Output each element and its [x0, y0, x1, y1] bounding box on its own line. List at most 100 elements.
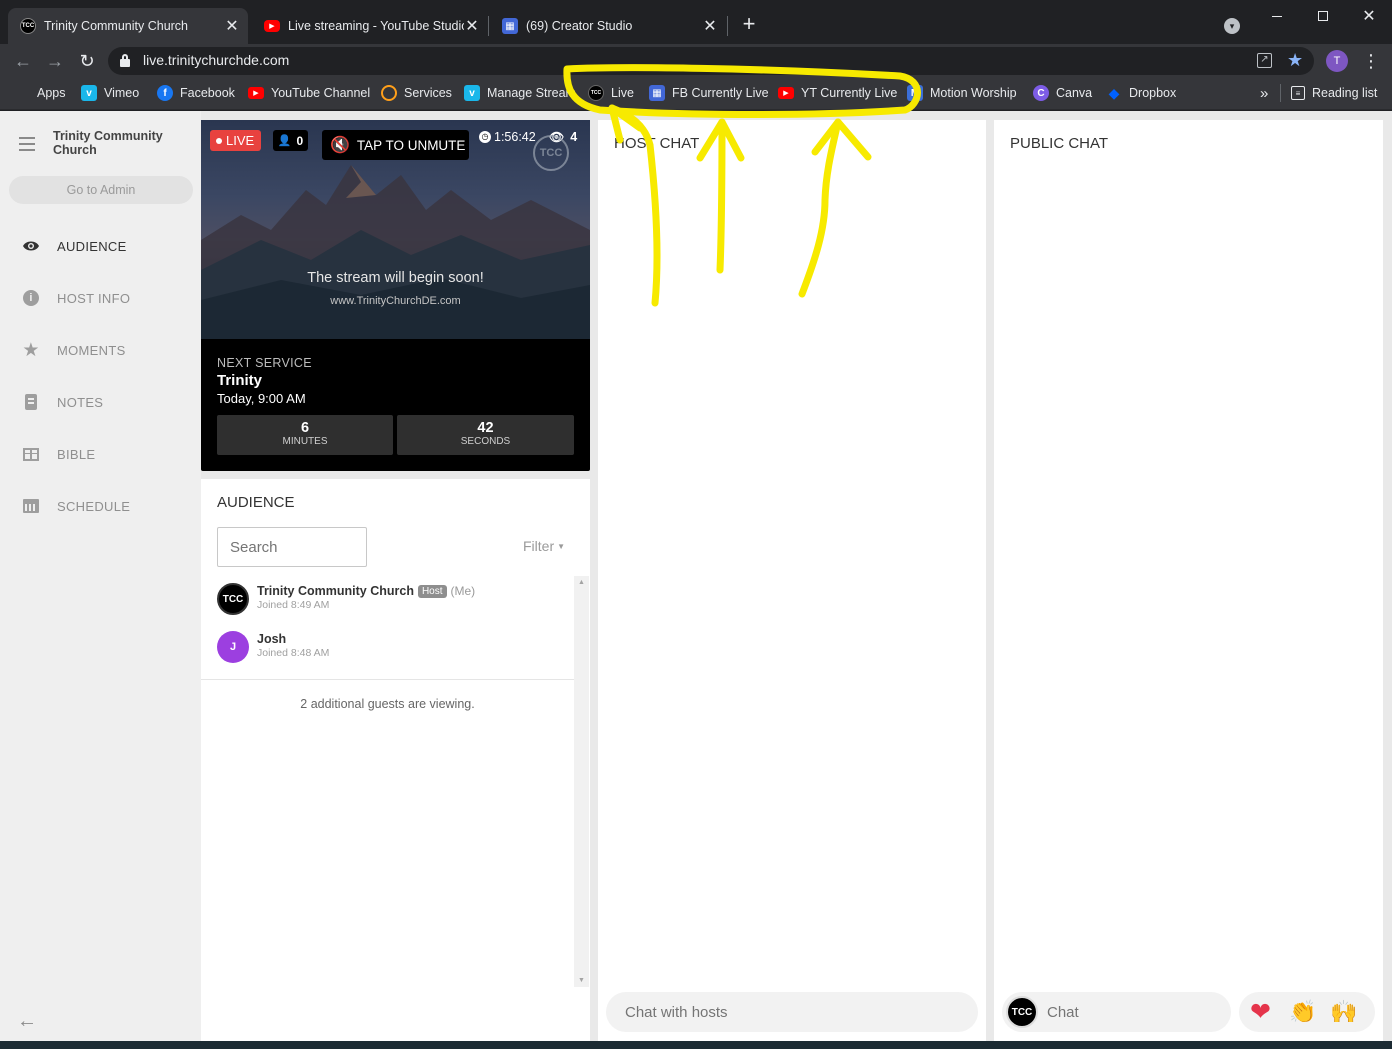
tab-title: Trinity Community Church [44, 19, 189, 33]
planning-center-icon [381, 85, 397, 101]
host-badge: Host [417, 584, 447, 598]
reload-icon[interactable]: ↻ [76, 50, 98, 72]
live-dot-icon [216, 137, 222, 144]
bookmark-star-icon[interactable]: ★ [1287, 50, 1303, 71]
forward-icon[interactable]: → [44, 50, 66, 72]
sidebar-item-audience[interactable]: AUDIENCE [20, 234, 127, 258]
star-icon: ★ [22, 339, 40, 361]
collapse-sidebar-icon[interactable]: ← [17, 1010, 37, 1033]
audience-member[interactable]: J Josh Joined 8:48 AM [217, 631, 567, 665]
tab-trinity[interactable]: TCC Trinity Community Church ✕ [8, 8, 248, 44]
back-icon[interactable]: ← [12, 50, 34, 72]
sidebar-item-bible[interactable]: BIBLE [20, 442, 95, 466]
tab-title: Live streaming - YouTube Studio [288, 19, 464, 33]
bookmark-label: Vimeo [104, 86, 140, 100]
sidebar-item-host-info[interactable]: i HOST INFO [20, 286, 130, 310]
bookmark-dropbox[interactable]: ◆ Dropbox [1106, 83, 1177, 103]
audience-member[interactable]: TCC Trinity Community Church Host (Me) J… [217, 583, 567, 617]
next-service-time: Today, 9:00 AM [217, 391, 306, 406]
sidebar-item-notes[interactable]: NOTES [20, 390, 103, 414]
tcc-watermark-logo: TCC [533, 135, 569, 171]
bookmark-apps[interactable]: Apps [14, 83, 66, 103]
filter-dropdown[interactable]: Filter ▼ [523, 538, 565, 554]
minimize-icon[interactable] [1254, 0, 1300, 32]
countdown-value: 42 [477, 420, 494, 436]
countdown-seconds: 42 SECONDS [397, 415, 574, 455]
countdown-unit: MINUTES [282, 436, 328, 447]
tap-to-unmute-button[interactable]: 🔇 TAP TO UNMUTE [322, 130, 469, 160]
bookmarks-overflow-icon[interactable]: » [1260, 83, 1268, 103]
eye-icon [20, 237, 42, 255]
tab-search-icon[interactable]: ▾ [1224, 18, 1240, 34]
bookmark-live[interactable]: TCC Live [588, 83, 634, 103]
sidebar-item-moments[interactable]: ★ MOMENTS [20, 338, 126, 362]
vimeo-icon: v [81, 85, 97, 101]
go-to-admin-button[interactable]: Go to Admin [9, 176, 193, 204]
elapsed-time: ◷ 1:56:42 [474, 128, 536, 145]
bookmark-label: Dropbox [1129, 86, 1177, 100]
bookmark-yt-currently-live[interactable]: ▶ YT Currently Live [778, 83, 897, 103]
heart-reaction[interactable]: ❤ [1250, 998, 1271, 1026]
bookmark-label: Canva [1056, 86, 1093, 100]
me-label: (Me) [450, 584, 476, 598]
host-count-badge: 👤 0 [273, 130, 308, 151]
bookmark-motion-worship[interactable]: M Motion Worship [907, 83, 1017, 103]
sidebar-item-label: BIBLE [57, 446, 96, 462]
maximize-icon[interactable] [1300, 0, 1346, 32]
reading-list-button[interactable]: ≡ Reading list [1291, 83, 1377, 103]
motion-worship-icon: M [907, 85, 923, 101]
bookmark-manage-stream[interactable]: v Manage Stream [464, 83, 576, 103]
sidebar-item-label: AUDIENCE [57, 238, 127, 254]
scroll-down-icon[interactable]: ▼ [574, 977, 589, 984]
host-chat-input[interactable] [606, 992, 978, 1032]
bookmark-canva[interactable]: C Canva [1033, 83, 1092, 103]
canva-icon: C [1033, 85, 1049, 101]
divider [201, 679, 574, 680]
clap-reaction[interactable]: 👏 [1289, 998, 1316, 1026]
lock-icon[interactable] [120, 54, 130, 67]
elapsed-value: 1:56:42 [494, 129, 536, 144]
raised-hands-reaction[interactable]: 🙌 [1330, 998, 1357, 1026]
sidebar-item-schedule[interactable]: SCHEDULE [20, 494, 130, 518]
tcc-icon: TCC [588, 85, 604, 101]
public-chat-input[interactable] [1040, 996, 1225, 1028]
member-name: Josh [257, 632, 287, 646]
info-icon: i [20, 289, 42, 307]
audience-search-input[interactable] [217, 527, 367, 567]
scroll-up-icon[interactable]: ▲ [574, 579, 589, 586]
bookmark-label: Services [404, 86, 452, 100]
bookmark-youtube-channel[interactable]: ▶ YouTube Channel [248, 83, 370, 103]
open-in-app-icon[interactable]: ↗ [1257, 53, 1272, 68]
bookmark-vimeo[interactable]: v Vimeo [81, 83, 139, 103]
bookmarks-divider [1280, 84, 1281, 102]
bookmark-label: Motion Worship [930, 86, 1017, 100]
vimeo-icon: v [464, 85, 480, 101]
stream-message: The stream will begin soon! [307, 270, 484, 286]
close-tab-icon[interactable]: ✕ [464, 16, 480, 36]
new-tab-icon[interactable]: + [738, 13, 760, 35]
bookmark-label: Live [611, 86, 634, 100]
profile-avatar[interactable]: T [1326, 50, 1348, 72]
notes-icon [20, 393, 42, 411]
close-tab-icon[interactable]: ✕ [702, 16, 718, 36]
close-window-icon[interactable]: ✕ [1346, 0, 1392, 32]
tab-youtube-studio[interactable]: ▶ Live streaming - YouTube Studio ✕ [252, 8, 488, 44]
dropbox-icon: ◆ [1108, 84, 1120, 101]
bookmark-label: Facebook [180, 86, 235, 100]
bookmark-services[interactable]: Services [381, 83, 452, 103]
reading-list-icon: ≡ [1291, 86, 1305, 100]
close-tab-icon[interactable]: ✕ [224, 16, 240, 36]
bookmark-facebook[interactable]: f Facebook [157, 83, 235, 103]
tab-creator-studio[interactable]: ▦ (69) Creator Studio ✕ [490, 8, 726, 44]
audience-scrollbar[interactable]: ▲ ▼ [574, 576, 589, 987]
reading-list-label: Reading list [1312, 86, 1378, 100]
menu-kebab-icon[interactable]: ⋮ [1362, 50, 1380, 72]
host-chat-panel [598, 120, 986, 1041]
youtube-icon: ▶ [248, 87, 264, 99]
unmute-label: TAP TO UNMUTE [356, 137, 466, 153]
url-text[interactable]: live.trinitychurchde.com [143, 52, 289, 68]
countdown-unit: SECONDS [460, 436, 511, 447]
bookmark-fb-currently-live[interactable]: ▦ FB Currently Live [649, 83, 769, 103]
speaker-muted-icon: 🔇 [330, 137, 350, 154]
hamburger-menu-icon[interactable] [19, 137, 35, 151]
